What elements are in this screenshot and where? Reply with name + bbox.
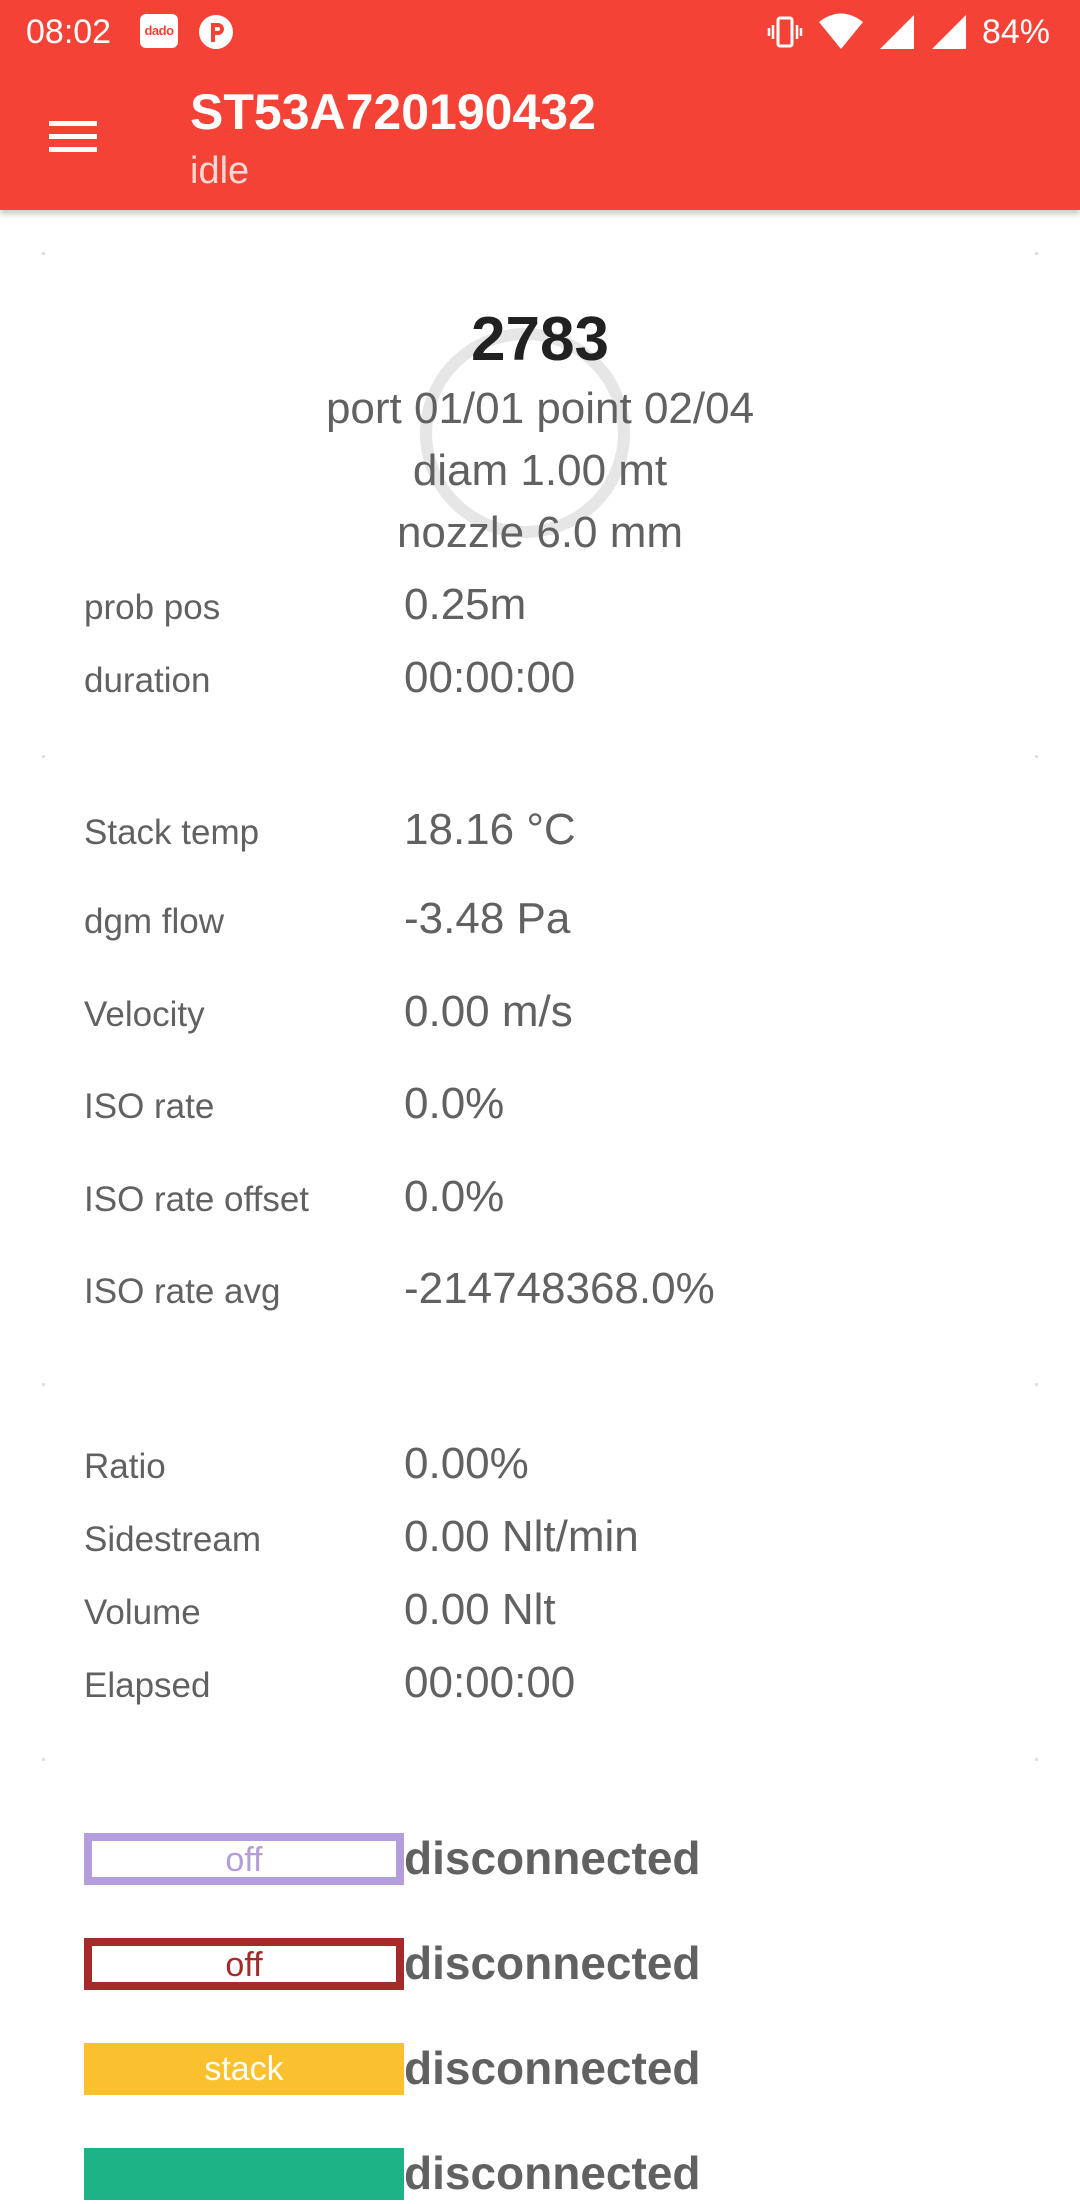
row-value: -3.48 Pa xyxy=(404,894,571,943)
card-corner xyxy=(42,252,45,255)
device-status: disconnected xyxy=(404,1832,701,1884)
status-icons: 84% xyxy=(766,10,1050,54)
battery-percentage: 84% xyxy=(981,13,1050,51)
status-time: 08:02 xyxy=(26,13,112,51)
row-value: 0.00 Nlt xyxy=(404,1585,556,1634)
row-value: 0.0% xyxy=(404,1172,505,1221)
sidestream-row: Sidestream 0.00 Nlt/min xyxy=(84,1506,1044,1570)
velocity-row: Velocity 0.00 m/s xyxy=(84,981,1044,1045)
row-value: 00:00:00 xyxy=(404,1658,576,1707)
card-corner xyxy=(42,755,45,758)
row-label: Volume xyxy=(84,1593,201,1632)
row-label: Elapsed xyxy=(84,1666,211,1705)
volume-row: Volume 0.00 Nlt xyxy=(84,1579,1044,1643)
device-badge[interactable] xyxy=(84,2148,404,2200)
ratio-row: Ratio 0.00% xyxy=(84,1433,1044,1497)
row-label: Stack temp xyxy=(84,813,260,852)
p-notification-icon xyxy=(198,14,234,50)
page-title: ST53A720190432 xyxy=(190,84,596,140)
row-value: 0.00 Nlt/min xyxy=(404,1512,639,1561)
wifi-icon xyxy=(818,13,864,51)
nozzle-text: nozzle 6.0 mm xyxy=(396,508,684,557)
row-value: 0.25m xyxy=(404,580,527,629)
device-badge[interactable]: off xyxy=(84,1833,404,1885)
dgm-flow-row: dgm flow -3.48 Pa xyxy=(84,888,1044,952)
diameter-text: diam 1.00 mt xyxy=(412,446,668,495)
device-row: off disconnected xyxy=(84,1930,1044,1994)
row-label: ISO rate xyxy=(84,1087,215,1126)
row-label: duration xyxy=(84,661,211,700)
duration-row: duration 00:00:00 xyxy=(84,647,1044,711)
row-value: 0.0% xyxy=(404,1079,505,1128)
iso-rate-row: ISO rate 0.0% xyxy=(84,1073,1044,1137)
row-label: Velocity xyxy=(84,995,205,1034)
card-corner xyxy=(1035,1383,1038,1386)
stack-temp-row: Stack temp 18.16 °C xyxy=(84,799,1044,863)
row-label: dgm flow xyxy=(84,902,225,941)
menu-button[interactable] xyxy=(32,104,114,170)
test-number: 2783 xyxy=(471,305,609,374)
card-corner xyxy=(42,1758,45,1761)
device-status: disconnected xyxy=(404,2147,701,2199)
device-row: off disconnected xyxy=(84,1825,1044,1889)
dado-notification-icon: dado xyxy=(140,14,178,48)
prob-pos-row: prob pos 0.25m xyxy=(84,574,1044,638)
device-badge[interactable]: stack xyxy=(84,2043,404,2095)
hamburger-menu-icon xyxy=(49,121,97,152)
row-label: Ratio xyxy=(84,1447,166,1486)
card-corner xyxy=(1035,755,1038,758)
page-subtitle: idle xyxy=(190,150,250,192)
iso-rate-avg-row: ISO rate avg -214748368.0% xyxy=(84,1258,1044,1322)
app-bar: ST53A720190432 idle xyxy=(0,66,1080,210)
row-label: Sidestream xyxy=(84,1520,262,1559)
row-value: 00:00:00 xyxy=(404,653,576,702)
row-value: -214748368.0% xyxy=(404,1264,715,1313)
device-status: disconnected xyxy=(404,1937,701,1989)
row-value: 0.00 m/s xyxy=(404,987,573,1036)
device-badge[interactable]: off xyxy=(84,1938,404,1990)
status-bar: 08:02 dado 84% xyxy=(0,0,1080,66)
signal-icon xyxy=(878,13,916,51)
row-label: prob pos xyxy=(84,588,221,627)
row-label: ISO rate avg xyxy=(84,1272,281,1311)
device-row: disconnected xyxy=(84,2140,1044,2204)
row-value: 18.16 °C xyxy=(404,805,576,854)
device-status: disconnected xyxy=(404,2042,701,2094)
row-label: ISO rate offset xyxy=(84,1180,310,1219)
iso-rate-offset-row: ISO rate offset 0.0% xyxy=(84,1166,1044,1230)
main-content: 2783 port 01/01 point 02/04 diam 1.00 mt… xyxy=(0,210,1080,2200)
device-row: stack disconnected xyxy=(84,2035,1044,2099)
signal-icon-secondary xyxy=(930,13,968,51)
app-header: 08:02 dado 84% ST53A720190432 idle xyxy=(0,0,1080,210)
elapsed-row: Elapsed 00:00:00 xyxy=(84,1652,1044,1716)
vibrate-icon xyxy=(766,13,804,51)
port-point-text: port 01/01 point 02/04 xyxy=(325,384,755,433)
card-corner xyxy=(1035,1758,1038,1761)
card-corner xyxy=(42,1383,45,1386)
row-value: 0.00% xyxy=(404,1439,529,1488)
card-corner xyxy=(1035,252,1038,255)
summary-block: 2783 port 01/01 point 02/04 diam 1.00 mt… xyxy=(0,302,1080,564)
